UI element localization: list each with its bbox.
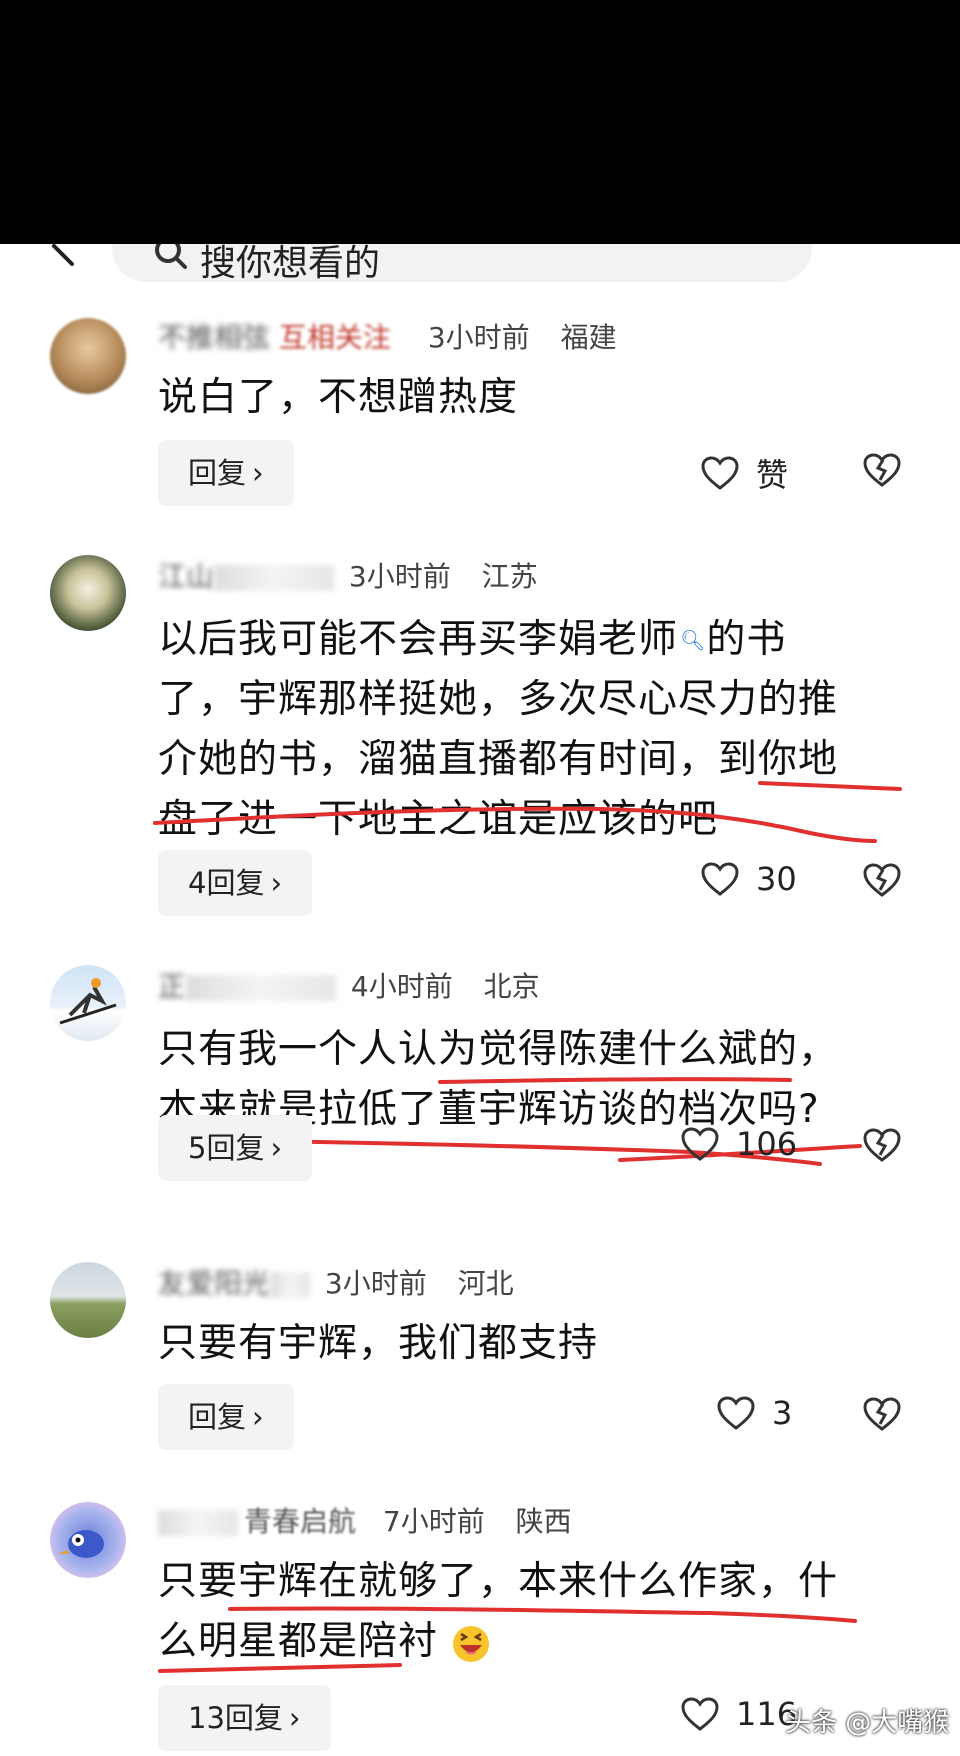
avatar[interactable]	[50, 965, 126, 1041]
comment-location: 江苏	[481, 560, 538, 593]
search-placeholder: 搜你想看的	[200, 244, 381, 284]
username[interactable]: 友爱阳光	[158, 1262, 270, 1302]
comment-meta: 友爱阳光 3小时前 河北	[158, 1262, 514, 1302]
like-button[interactable]: 116	[680, 1695, 797, 1733]
username[interactable]: 江山	[158, 555, 214, 595]
reply-label: 回复	[188, 1400, 247, 1434]
username[interactable]: 青春启航	[244, 1500, 356, 1540]
comment-text: 只要宇辉在就够了，本来什么作家，什 么明星都是陪衬	[158, 1552, 898, 1672]
comment-line: 盘了进一下地主之谊是应该的吧	[158, 797, 719, 842]
blurred-name	[270, 1272, 311, 1298]
like-button[interactable]: 30	[700, 860, 797, 898]
heart-icon	[681, 1127, 719, 1161]
blurred-name	[186, 975, 337, 1001]
broken-heart-icon[interactable]	[862, 1127, 902, 1163]
reply-button[interactable]: 13回复 ›	[158, 1685, 331, 1751]
comment-time: 3小时前	[324, 1267, 427, 1300]
laughing-face-icon	[453, 1625, 490, 1662]
blurred-name	[214, 565, 335, 591]
like-count: 赞	[756, 456, 789, 494]
avatar[interactable]	[50, 555, 126, 631]
avatar[interactable]	[50, 1262, 126, 1338]
like-button[interactable]: 赞	[700, 450, 788, 496]
skier-icon	[59, 978, 117, 1025]
search-header: 搜你想看的	[0, 244, 960, 292]
like-count: 30	[756, 860, 797, 898]
comment-location: 河北	[457, 1267, 514, 1300]
like-count: 3	[772, 1394, 793, 1432]
comment-line: 只要宇辉在就够了，本来什么作家，什	[158, 1559, 839, 1604]
reply-label: 回复	[188, 456, 247, 490]
reply-button[interactable]: 回复 ›	[158, 1384, 294, 1450]
comment-meta: 不推相弦 互相关注 3小时前 福建	[158, 316, 617, 356]
chevron-right-icon: ›	[270, 866, 283, 900]
heart-icon	[701, 456, 739, 490]
avatar[interactable]	[50, 318, 126, 394]
reply-button[interactable]: 回复 ›	[158, 440, 294, 506]
broken-heart-icon[interactable]	[862, 1396, 902, 1432]
comment-text: 只要有宇辉，我们都支持	[158, 1321, 599, 1366]
comment-meta: 正 4小时前 北京	[158, 965, 540, 1005]
comment-location: 福建	[560, 321, 617, 354]
comment-line: 介她的书，溜猫直播都有时间，到你地	[158, 737, 839, 782]
comment-time: 3小时前	[348, 560, 451, 593]
broken-heart-icon[interactable]	[862, 452, 902, 488]
broken-heart-icon[interactable]	[862, 862, 902, 898]
comment-meta: 青春启航 7小时前 陕西	[158, 1500, 572, 1540]
heart-icon	[681, 1697, 719, 1731]
avatar[interactable]	[50, 1502, 126, 1578]
comment-text: 以后我可能不会再买李娟老师 🔍︎的书 了，宇辉那样挺她，多次尽心尽力的推 介她的书…	[158, 610, 898, 850]
comment-line: 了，宇辉那样挺她，多次尽心尽力的推	[158, 677, 839, 722]
heart-icon	[717, 1396, 755, 1430]
reply-button[interactable]: 4回复 ›	[158, 850, 313, 916]
comment-text: 说白了，不想蹭热度	[158, 375, 519, 420]
watermark: 头条 @大嘴猴	[785, 1708, 950, 1738]
comment-location: 陕西	[515, 1505, 572, 1538]
reply-label: 4回复	[188, 866, 265, 900]
reply-button[interactable]: 5回复 ›	[158, 1115, 313, 1181]
username[interactable]: 正	[158, 965, 186, 1005]
comment-time: 3小时前	[427, 321, 530, 354]
like-button[interactable]: 106	[680, 1125, 797, 1163]
follow-badge: 互相关注	[278, 321, 391, 354]
comment-meta: 江山 3小时前 江苏	[158, 555, 538, 595]
comment-time: 4小时前	[350, 970, 453, 1003]
bird-icon	[58, 1530, 104, 1558]
comment-line: 么明星都是陪衬	[158, 1619, 439, 1664]
top-black-bar	[0, 0, 960, 244]
comment-time: 7小时前	[382, 1505, 485, 1538]
comment-line: 以后我可能不会再买李娟老师	[158, 617, 679, 662]
comment-line: 的书	[706, 617, 787, 662]
chevron-right-icon: ›	[270, 1131, 283, 1165]
search-input[interactable]: 搜你想看的	[112, 244, 812, 284]
like-count: 106	[736, 1125, 798, 1163]
blurred-name	[158, 1510, 238, 1536]
back-arrow-icon[interactable]	[50, 244, 80, 274]
reply-label: 13回复	[188, 1701, 283, 1735]
search-icon	[155, 244, 187, 269]
username[interactable]: 不推相弦	[158, 316, 270, 356]
comment-location: 北京	[483, 970, 540, 1003]
like-button[interactable]: 3	[716, 1394, 792, 1432]
chevron-right-icon: ›	[252, 456, 264, 490]
chevron-right-icon: ›	[288, 1701, 301, 1735]
comment-line: 只有我一个人认为觉得陈建什么斌的，	[158, 1027, 839, 1072]
reply-label: 5回复	[188, 1131, 265, 1165]
chevron-right-icon: ›	[252, 1400, 264, 1434]
search-icon[interactable]: 🔍︎	[680, 610, 706, 670]
heart-icon	[701, 862, 739, 896]
